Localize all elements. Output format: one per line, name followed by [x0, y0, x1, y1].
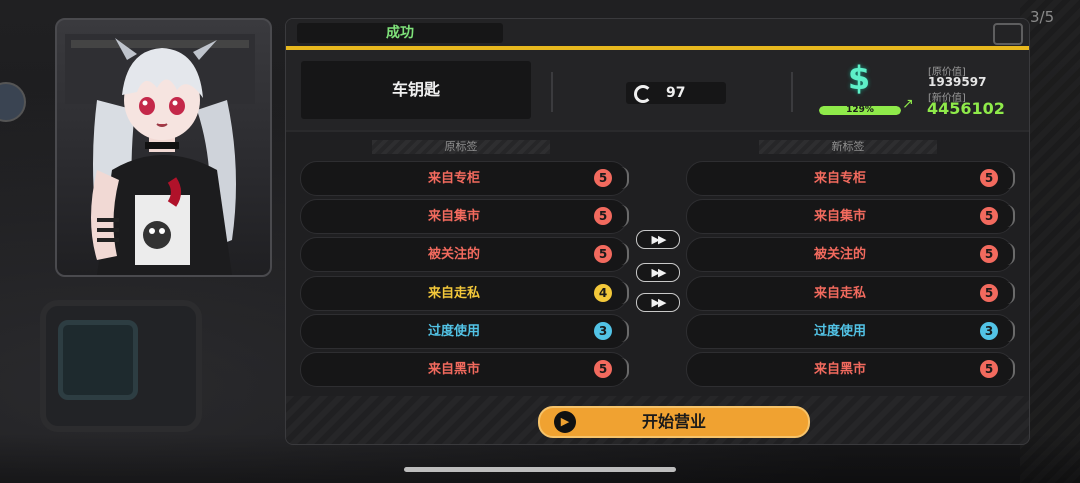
character-illustration [65, 34, 255, 275]
new-tag-label: 来自集市 [813, 209, 866, 225]
item-count-value: 97 [666, 85, 686, 101]
original-tag-item[interactable]: 来自黑市 5 [300, 352, 629, 387]
original-tag-item[interactable]: 过度使用 3 [300, 313, 629, 349]
new-tag-label: 来自走私 [813, 285, 866, 301]
new-tag-label: 来自黑市 [813, 362, 866, 377]
new-tags-header: 新标签 [759, 140, 937, 154]
original-tag-label: 来自集市 [427, 209, 480, 225]
new-tag-level-badge: 5 [980, 360, 998, 378]
original-tag-level-badge: 3 [594, 321, 612, 340]
transfer-arrow-button[interactable]: ▶▶ [636, 230, 680, 249]
original-tag-level-badge: 5 [594, 360, 612, 378]
new-tag-item[interactable]: 被关注的 5 [686, 237, 1015, 273]
new-tag-item[interactable]: 过度使用 3 [686, 313, 1015, 349]
new-value: 4456102 [927, 99, 1005, 118]
status-label: 成功 [297, 23, 503, 43]
original-tag-level-badge: 5 [594, 169, 612, 187]
character-portrait [55, 18, 272, 277]
original-tag-level-badge: 4 [594, 283, 612, 302]
original-tags-header: 原标签 [372, 140, 550, 154]
original-tag-level-badge: 5 [594, 207, 612, 226]
new-tag-level-badge: 5 [980, 283, 998, 302]
start-business-label: 开始营业 [641, 412, 706, 431]
original-tag-label: 来自专柜 [427, 171, 480, 186]
new-tag-item[interactable]: 来自走私 5 [686, 275, 1015, 311]
dollar-icon: $ [847, 59, 871, 97]
play-icon: ▶ [554, 411, 576, 433]
item-name: 车钥匙 [301, 61, 531, 119]
divider [791, 72, 793, 112]
new-tag-level-badge: 5 [980, 207, 998, 226]
refresh-icon [634, 85, 652, 103]
transfer-arrow-button[interactable]: ▶▶ [636, 263, 680, 282]
item-result-panel: 成功 车钥匙 97 $ 129% ↗ [原价值] 1939597 [新价值] 4… [285, 18, 1030, 445]
new-tag-label: 过度使用 [813, 323, 866, 339]
original-value: 1939597 [928, 75, 987, 89]
item-info-row: 车钥匙 97 $ 129% ↗ [原价值] 1939597 [新价值] 4456… [286, 50, 1029, 130]
start-business-button[interactable]: 开始营业 ▶ [538, 406, 810, 438]
new-tag-label: 来自专柜 [813, 171, 866, 186]
original-tag-item[interactable]: 来自专柜 5 [300, 161, 629, 196]
toggle-icon[interactable] [993, 23, 1023, 45]
item-count: 97 [626, 82, 726, 104]
new-tag-label: 被关注的 [813, 247, 866, 263]
new-tag-level-badge: 3 [980, 321, 998, 340]
original-tag-item[interactable]: 来自走私 4 [300, 275, 629, 311]
original-tag-label: 来自黑市 [427, 362, 480, 377]
new-tag-level-badge: 5 [980, 245, 998, 264]
panel-header: 成功 [286, 19, 1029, 49]
original-tag-item[interactable]: 被关注的 5 [300, 237, 629, 273]
divider [551, 72, 553, 112]
transfer-arrow-button[interactable]: ▶▶ [636, 293, 680, 312]
footer-bar: 开始营业 ▶ [286, 396, 1029, 444]
new-tag-level-badge: 5 [980, 169, 998, 187]
page-indicator: 3/5 [1030, 8, 1055, 26]
original-tag-label: 来自走私 [427, 285, 480, 301]
new-tag-item[interactable]: 来自专柜 5 [686, 161, 1015, 196]
original-tag-item[interactable]: 来自集市 5 [300, 199, 629, 235]
new-tag-item[interactable]: 来自集市 5 [686, 199, 1015, 235]
original-tag-level-badge: 5 [594, 245, 612, 264]
background-briefcase-panel [58, 320, 138, 400]
new-tag-item[interactable]: 来自黑市 5 [686, 352, 1015, 387]
original-tag-label: 被关注的 [427, 247, 480, 263]
original-tag-label: 过度使用 [427, 323, 480, 339]
tags-comparison: 原标签 新标签 来自专柜 5 来自集市 5 被关注的 5 来自走私 4 过度使用 3 来自黑市 5 来… [286, 132, 1029, 396]
home-indicator[interactable] [404, 467, 676, 472]
value-increase-percent: 129% [846, 105, 874, 115]
trend-up-icon: ↗ [902, 96, 914, 112]
